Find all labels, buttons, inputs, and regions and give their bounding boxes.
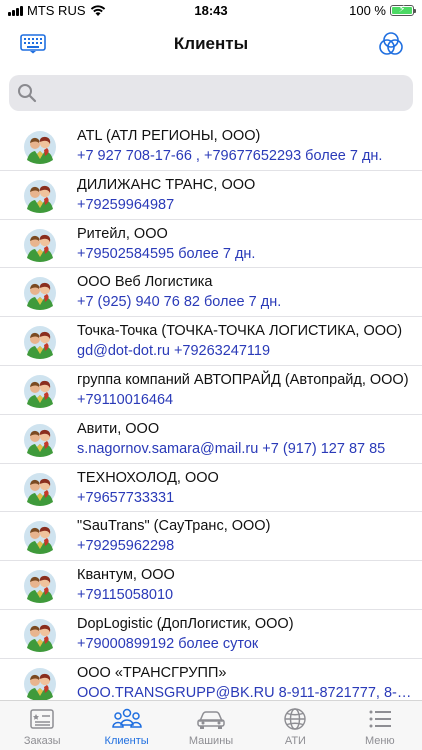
client-name: "SauTrans" (СауТранс, ООО) — [77, 518, 271, 535]
globe-icon — [284, 708, 307, 730]
client-name: Квантум, ООО — [77, 567, 175, 584]
charging-bolt-icon: ⚡ — [398, 4, 406, 15]
tab-orders[interactable]: Заказы — [0, 701, 84, 750]
client-contact-link[interactable]: +79502584595 более 7 дн. — [77, 246, 255, 262]
client-row[interactable]: Авити, ООО s.nagornov.samara@mail.ru +7 (… — [0, 415, 422, 464]
client-contact-link[interactable]: gd@dot-dot.ru +79263247119 — [77, 343, 270, 359]
client-avatar — [23, 520, 57, 555]
search-input[interactable] — [45, 75, 405, 111]
client-name: ООО «ТРАНСГРУПП» — [77, 664, 227, 681]
client-row[interactable]: DopLogistic (ДопЛогистик, ООО) +790008991… — [0, 610, 422, 659]
client-avatar — [23, 374, 57, 408]
client-contact-link[interactable]: OOO.TRANSGRUPP@BK.RU 8-911-8721777, 8-95… — [77, 685, 417, 700]
client-row[interactable]: ООО «ТРАНСГРУПП» OOO.TRANSGRUPP@BK.RU 8-9… — [0, 659, 422, 700]
battery-icon: ⚡ — [390, 4, 416, 16]
car-icon — [197, 711, 225, 729]
client-row[interactable]: группа компаний АВТОПРАЙД (Автопрайд, ОО… — [0, 366, 422, 415]
tab-clients[interactable]: Клиенты — [84, 701, 168, 750]
client-row[interactable]: Точка-Точка (ТОЧКА-ТОЧКА ЛОГИСТИКА, ООО)… — [0, 317, 422, 366]
client-row[interactable]: "SauTrans" (СауТранс, ООО) +79295962298 — [0, 512, 422, 562]
client-avatar — [23, 569, 57, 604]
client-row[interactable]: Ритейл, ООО +79502584595 более 7 дн. — [0, 220, 422, 269]
client-avatar — [23, 276, 57, 311]
client-contact-link[interactable]: +7 (925) 940 76 82 более 7 дн. — [77, 294, 281, 310]
client-avatar — [23, 667, 57, 700]
client-contact-link[interactable]: +79657733331 — [77, 490, 174, 506]
client-avatar — [23, 325, 57, 360]
client-contact-link[interactable]: +7 927 708-17-66 , +79677652293 более 7 … — [77, 148, 382, 164]
search-bar — [9, 75, 413, 111]
client-avatar — [23, 423, 57, 457]
tab-label: Заказы — [23, 735, 61, 747]
tab-menu[interactable]: Меню — [338, 701, 422, 750]
client-name: Ритейл, ООО — [77, 225, 168, 242]
keyboard-icon[interactable] — [20, 34, 46, 54]
client-avatar — [23, 472, 57, 506]
client-row[interactable]: ТЕХНОХОЛОД, ООО +79657733331 — [0, 464, 422, 513]
client-avatar — [23, 618, 57, 652]
client-contact-link[interactable]: s.nagornov.samara@mail.ru +7 (917) 127 8… — [77, 441, 385, 457]
status-bar: MTS RUS 18:43 100 % ⚡ — [0, 0, 422, 22]
client-name: ТЕХНОХОЛОД, ООО — [77, 469, 219, 486]
client-contact-link[interactable]: +79259964987 — [77, 197, 174, 213]
nav-bar: Клиенты — [0, 22, 422, 66]
orders-list-icon — [30, 709, 54, 729]
tab-cars[interactable]: Машины — [169, 701, 253, 750]
client-list[interactable]: ATL (АТЛ РЕГИОНЫ, ООО) +7 927 708-17-66 ,… — [0, 122, 422, 700]
tab-label: АТИ — [284, 735, 306, 747]
client-name: Авити, ООО — [77, 420, 160, 437]
client-contact-link[interactable]: +79000899192 более суток — [77, 636, 258, 652]
client-row[interactable]: Квантум, ООО +79115058010 — [0, 561, 422, 610]
client-avatar — [23, 179, 57, 213]
client-contact-link[interactable]: +79115058010 — [77, 587, 173, 603]
tab-label: Клиенты — [104, 735, 149, 747]
search-icon — [18, 84, 37, 103]
clients-group-icon — [111, 708, 142, 728]
status-right: 100 % ⚡ — [349, 3, 416, 18]
page-title: Клиенты — [173, 34, 249, 53]
client-row[interactable]: ООО Веб Логистика +7 (925) 940 76 82 боле… — [0, 268, 422, 318]
client-name: DopLogistic (ДопЛогистик, ООО) — [77, 615, 294, 632]
client-avatar — [23, 228, 57, 262]
client-row[interactable]: ATL (АТЛ РЕГИОНЫ, ООО) +7 927 708-17-66 ,… — [0, 122, 422, 171]
client-row[interactable]: ДИЛИЖАНС ТРАНС, ООО +79259964987 — [0, 171, 422, 220]
battery-percent: 100 % — [349, 3, 386, 18]
client-name: ДИЛИЖАНС ТРАНС, ООО — [77, 176, 256, 193]
tab-label: Машины — [188, 735, 234, 747]
menu-icon — [369, 710, 391, 728]
battery-level-fill: ⚡ — [392, 4, 412, 15]
tab-ati[interactable]: АТИ — [253, 701, 337, 750]
tab-label: Меню — [364, 735, 395, 747]
client-name: ООО Веб Логистика — [77, 274, 213, 291]
client-name: группа компаний АВТОПРАЙД (Автопрайд, ОО… — [77, 371, 409, 388]
client-contact-link[interactable]: +79110016464 — [77, 392, 173, 408]
client-contact-link[interactable]: +79295962298 — [77, 538, 174, 554]
client-name: Точка-Точка (ТОЧКА-ТОЧКА ЛОГИСТИКА, ООО) — [77, 323, 403, 340]
client-name: ATL (АТЛ РЕГИОНЫ, ООО) — [77, 128, 261, 144]
color-filter-icon[interactable] — [378, 31, 404, 57]
client-avatar — [23, 130, 57, 164]
tab-bar: Заказы Клиенты Машины АТИ Меню — [0, 700, 422, 750]
